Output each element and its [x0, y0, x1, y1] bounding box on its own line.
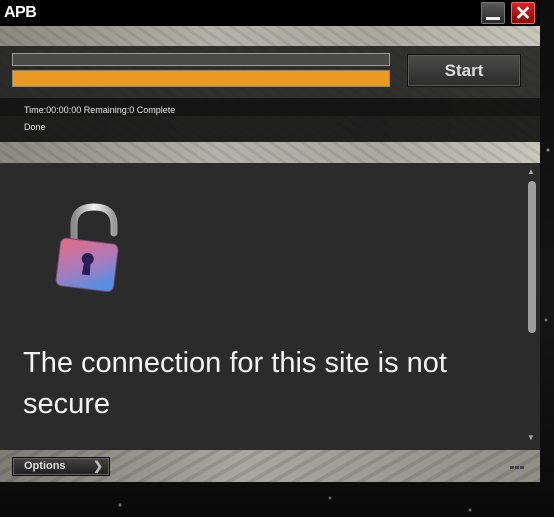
chevron-right-icon: ❯: [93, 459, 104, 473]
close-icon: ✕: [514, 3, 532, 25]
footer-bar: Options ❯: [0, 450, 540, 482]
minimize-button[interactable]: [481, 2, 505, 24]
header-banner: Start Time:00:00:00 Remaining:0 Complete…: [0, 26, 540, 163]
options-button[interactable]: Options ❯: [12, 457, 110, 476]
status-state: Done: [24, 122, 46, 132]
close-button[interactable]: ✕: [511, 2, 535, 25]
app-title: APB: [4, 4, 37, 21]
scroll-thumb[interactable]: [528, 181, 536, 333]
minimize-icon: [486, 17, 500, 20]
unlocked-padlock-icon: [55, 203, 119, 293]
scroll-up-icon[interactable]: ▲: [527, 167, 535, 176]
total-progress-bar: [12, 70, 390, 87]
title-bar[interactable]: APB ✕: [0, 0, 540, 26]
start-button[interactable]: Start: [407, 54, 521, 87]
progress-fill: [13, 71, 389, 86]
vertical-scrollbar[interactable]: ▲ ▼: [525, 163, 540, 450]
security-warning-heading: The connection for this site is not secu…: [23, 347, 447, 420]
file-progress-track: [12, 53, 390, 66]
launcher-window: APB ✕ Start Time:00:00:00 Remaining:0 Co…: [0, 0, 540, 482]
options-label: Options: [24, 460, 66, 472]
scroll-down-icon[interactable]: ▼: [527, 433, 535, 442]
resize-grip-icon[interactable]: [510, 462, 524, 474]
status-text: Time:00:00:00 Remaining:0 Complete: [24, 105, 176, 115]
browser-content: The connection for this site is not secu…: [0, 163, 540, 450]
